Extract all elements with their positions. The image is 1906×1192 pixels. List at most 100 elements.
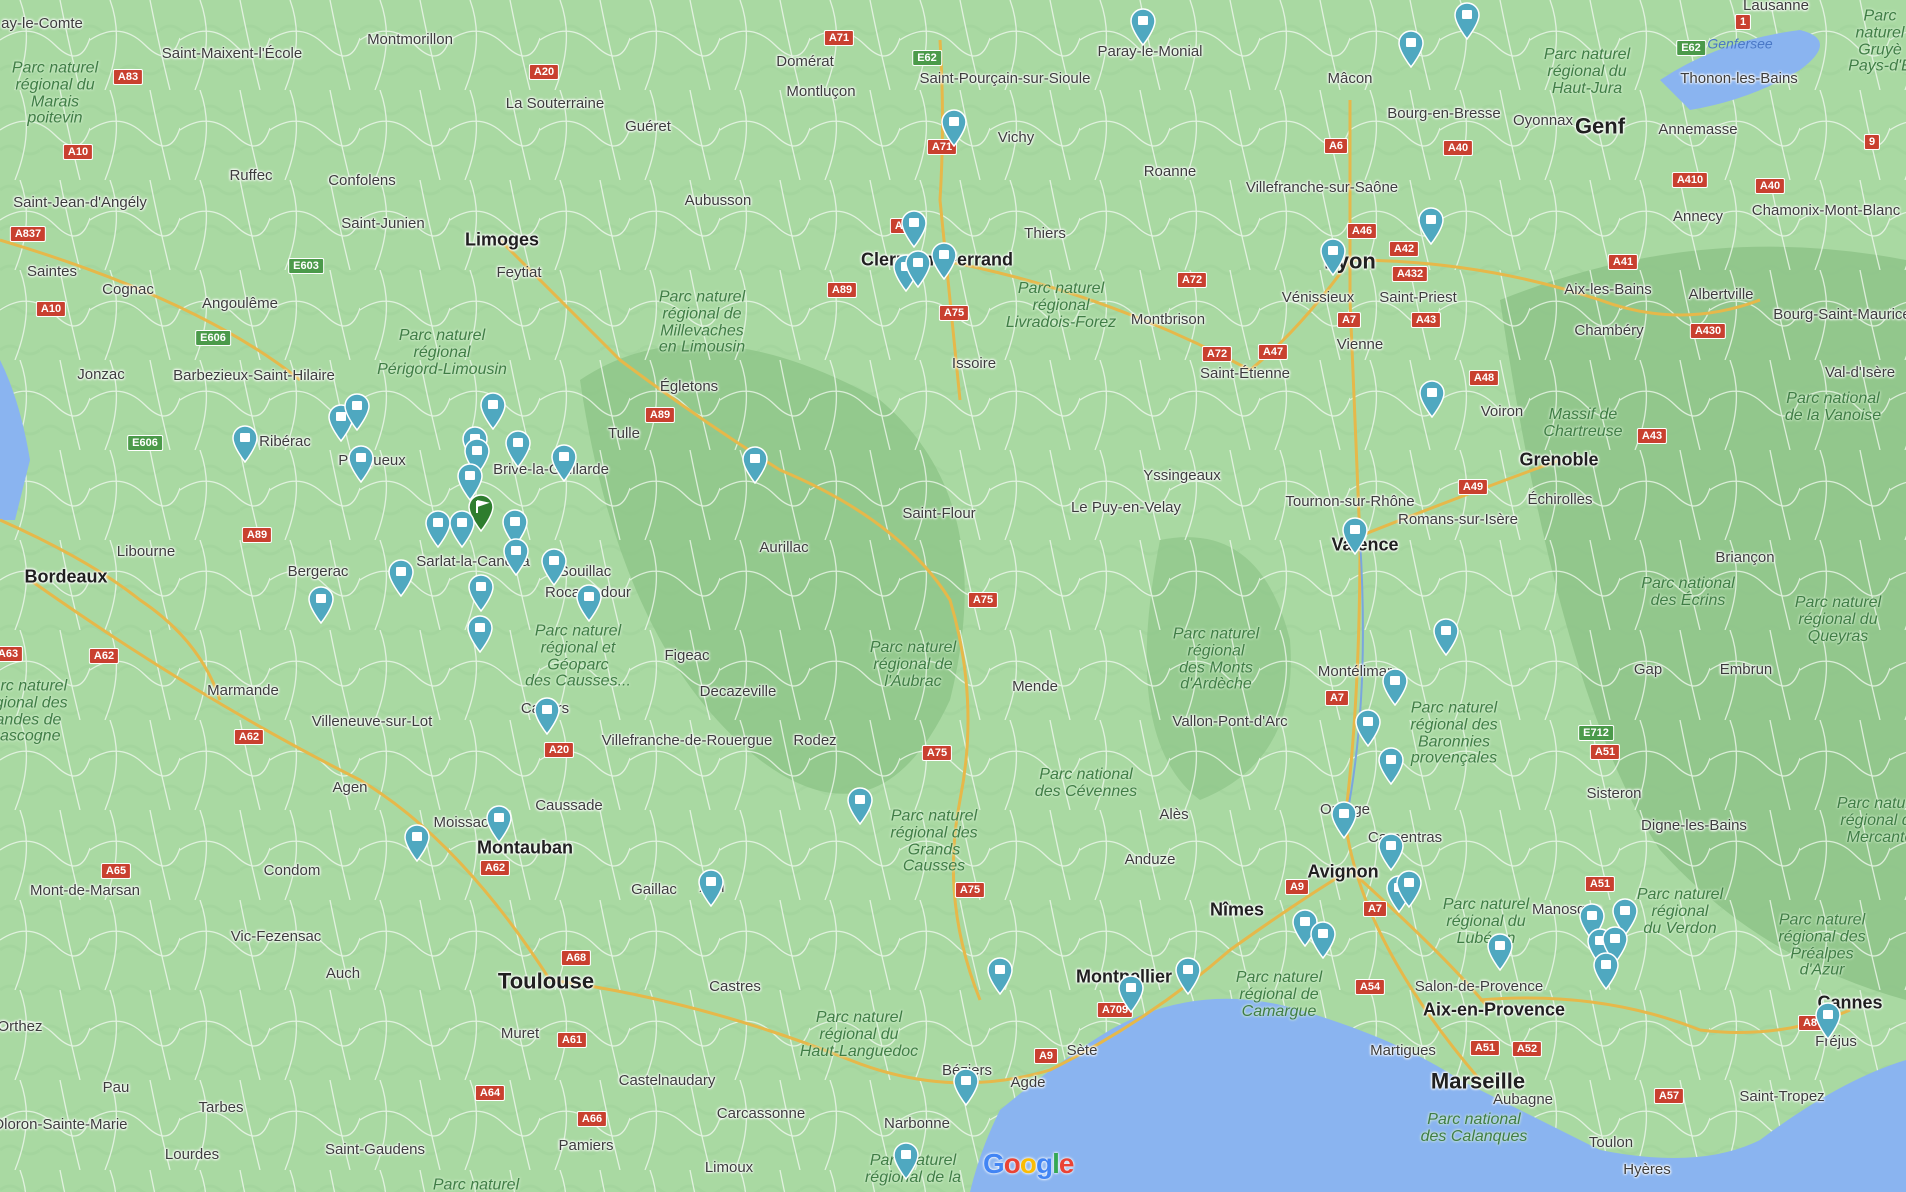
map-pin-icon[interactable] xyxy=(1353,707,1383,748)
place-label: Vienne xyxy=(1336,336,1384,354)
map-pin-icon[interactable] xyxy=(306,584,336,625)
map-pin-icon[interactable] xyxy=(1329,799,1359,840)
road-shield: A410 xyxy=(1671,172,1709,188)
map-pin-icon[interactable] xyxy=(484,803,514,844)
place-label: La Souterraine xyxy=(505,95,605,113)
road-shield: A89 xyxy=(241,527,273,543)
place-label: Villefranche-de-Rouergue xyxy=(601,732,773,750)
map-pin-icon[interactable] xyxy=(985,955,1015,996)
map-pin-icon[interactable] xyxy=(1813,1000,1843,1041)
place-label: Decazeville xyxy=(699,683,777,701)
map-pin-icon[interactable] xyxy=(501,536,531,577)
map-pin-icon[interactable] xyxy=(1308,919,1338,960)
map-pin-icon[interactable] xyxy=(1340,515,1370,556)
place-label: Yssingeaux xyxy=(1143,467,1221,485)
map-pin-icon[interactable] xyxy=(1431,616,1461,657)
road-shield: A40 xyxy=(1442,140,1474,156)
place-label: Aix-les-Bains xyxy=(1564,281,1652,299)
place-label: Sisteron xyxy=(1586,785,1642,803)
place-label: Romans-sur-Isère xyxy=(1397,511,1519,529)
road-shield: A40 xyxy=(1754,178,1786,194)
map-pin-icon[interactable] xyxy=(939,107,969,148)
place-label: Albertville xyxy=(1688,286,1754,304)
map-pin-icon[interactable] xyxy=(1396,28,1426,69)
place-label: Tarbes xyxy=(198,1099,244,1117)
road-shield: E712 xyxy=(1578,725,1614,741)
road-shield: A75 xyxy=(938,305,970,321)
place-label: Thiers xyxy=(1024,225,1066,243)
road-shield: A57 xyxy=(1653,1088,1685,1104)
road-shield: A66 xyxy=(576,1111,608,1127)
park-label: Massif de Chartreuse xyxy=(1543,406,1623,440)
map-pin-icon[interactable] xyxy=(574,582,604,623)
place-label: Val-d'Isère xyxy=(1824,364,1896,382)
place-label: ay-le-Comte xyxy=(1,15,83,33)
map-pin-icon[interactable] xyxy=(465,613,495,654)
place-label: Confolens xyxy=(328,172,396,190)
map-pin-icon[interactable] xyxy=(386,557,416,598)
map-pin-icon[interactable] xyxy=(1376,745,1406,786)
park-label: Parc naturel régional des Préalpes d'Azu… xyxy=(1778,911,1866,979)
city-label: Nîmes xyxy=(1209,899,1265,920)
road-shield: A430 xyxy=(1689,323,1727,339)
place-label: Lourdes xyxy=(164,1146,220,1164)
map-pin-icon[interactable] xyxy=(503,428,533,469)
map-pin-icon[interactable] xyxy=(891,1140,921,1181)
google-logo-letter: g xyxy=(1036,1148,1053,1179)
map-pin-icon[interactable] xyxy=(1173,955,1203,996)
park-label: Parc naturel régional du Haut-Jura xyxy=(1543,45,1631,97)
place-label: Ruffec xyxy=(229,167,273,185)
map-canvas[interactable]: Parc naturel régional du Marais poitevin… xyxy=(0,0,1906,1192)
park-label: Parc naturel régional des Grands Causses xyxy=(890,807,978,875)
road-shield: A62 xyxy=(479,860,511,876)
place-label: Sète xyxy=(1066,1042,1098,1060)
map-pin-icon[interactable] xyxy=(447,508,477,549)
map-pin-icon[interactable] xyxy=(951,1066,981,1107)
park-label: Parc national des Calanques xyxy=(1420,1111,1528,1145)
map-pin-icon[interactable] xyxy=(402,822,432,863)
place-label: Saint-Flour xyxy=(902,505,976,523)
place-label: Figeac xyxy=(664,647,710,665)
place-label: Ribérac xyxy=(259,433,311,451)
map-pin-icon[interactable] xyxy=(1417,378,1447,419)
map-pin-icon[interactable] xyxy=(1591,950,1621,991)
map-pin-icon[interactable] xyxy=(1394,868,1424,909)
map-pin-icon[interactable] xyxy=(845,785,875,826)
map-pin-icon[interactable] xyxy=(539,546,569,587)
place-label: Saint-Étienne xyxy=(1199,365,1291,383)
park-label: Parc naturel régional des Baronnies prov… xyxy=(1410,699,1498,767)
road-shield: A47 xyxy=(1257,344,1289,360)
map-pin-icon[interactable] xyxy=(1380,666,1410,707)
map-pin-icon[interactable] xyxy=(549,442,579,483)
map-pin-icon[interactable] xyxy=(346,443,376,484)
map-pin-icon[interactable] xyxy=(532,695,562,736)
road-shield: A89 xyxy=(644,407,676,423)
map-pin-icon[interactable] xyxy=(1128,6,1158,47)
place-label: Villeneuve-sur-Lot xyxy=(311,713,433,731)
place-label: Aubusson xyxy=(684,192,752,210)
park-label: Parc naturel régional du Haut-Languedoc xyxy=(799,1008,919,1060)
map-pin-icon[interactable] xyxy=(230,423,260,464)
map-pin-icon[interactable] xyxy=(1416,205,1446,246)
place-label: Échirolles xyxy=(1527,491,1593,509)
map-pin-icon[interactable] xyxy=(899,208,929,249)
park-label: Parc naturel régional de l'Aubrac xyxy=(869,638,957,690)
road-shield: A54 xyxy=(1354,979,1386,995)
map-pin-icon[interactable] xyxy=(740,444,770,485)
road-shield: A83 xyxy=(112,69,144,85)
road-shield: A43 xyxy=(1636,428,1668,444)
road-shield: A48 xyxy=(1468,370,1500,386)
map-pin-icon[interactable] xyxy=(1318,236,1348,277)
map-pin-icon[interactable] xyxy=(466,572,496,613)
map-pin-icon[interactable] xyxy=(1116,973,1146,1014)
map-pin-icon[interactable] xyxy=(1376,831,1406,872)
map-pin-icon[interactable] xyxy=(696,867,726,908)
map-pin-icon[interactable] xyxy=(1485,931,1515,972)
map-pin-icon[interactable] xyxy=(929,240,959,281)
place-label: Annecy xyxy=(1672,208,1724,226)
place-label: Chambéry xyxy=(1574,322,1644,340)
map-pin-icon[interactable] xyxy=(1452,0,1482,41)
map-pin-icon[interactable] xyxy=(342,391,372,432)
road-shield: A6 xyxy=(1323,138,1349,154)
map-pin-icon[interactable] xyxy=(903,248,933,289)
